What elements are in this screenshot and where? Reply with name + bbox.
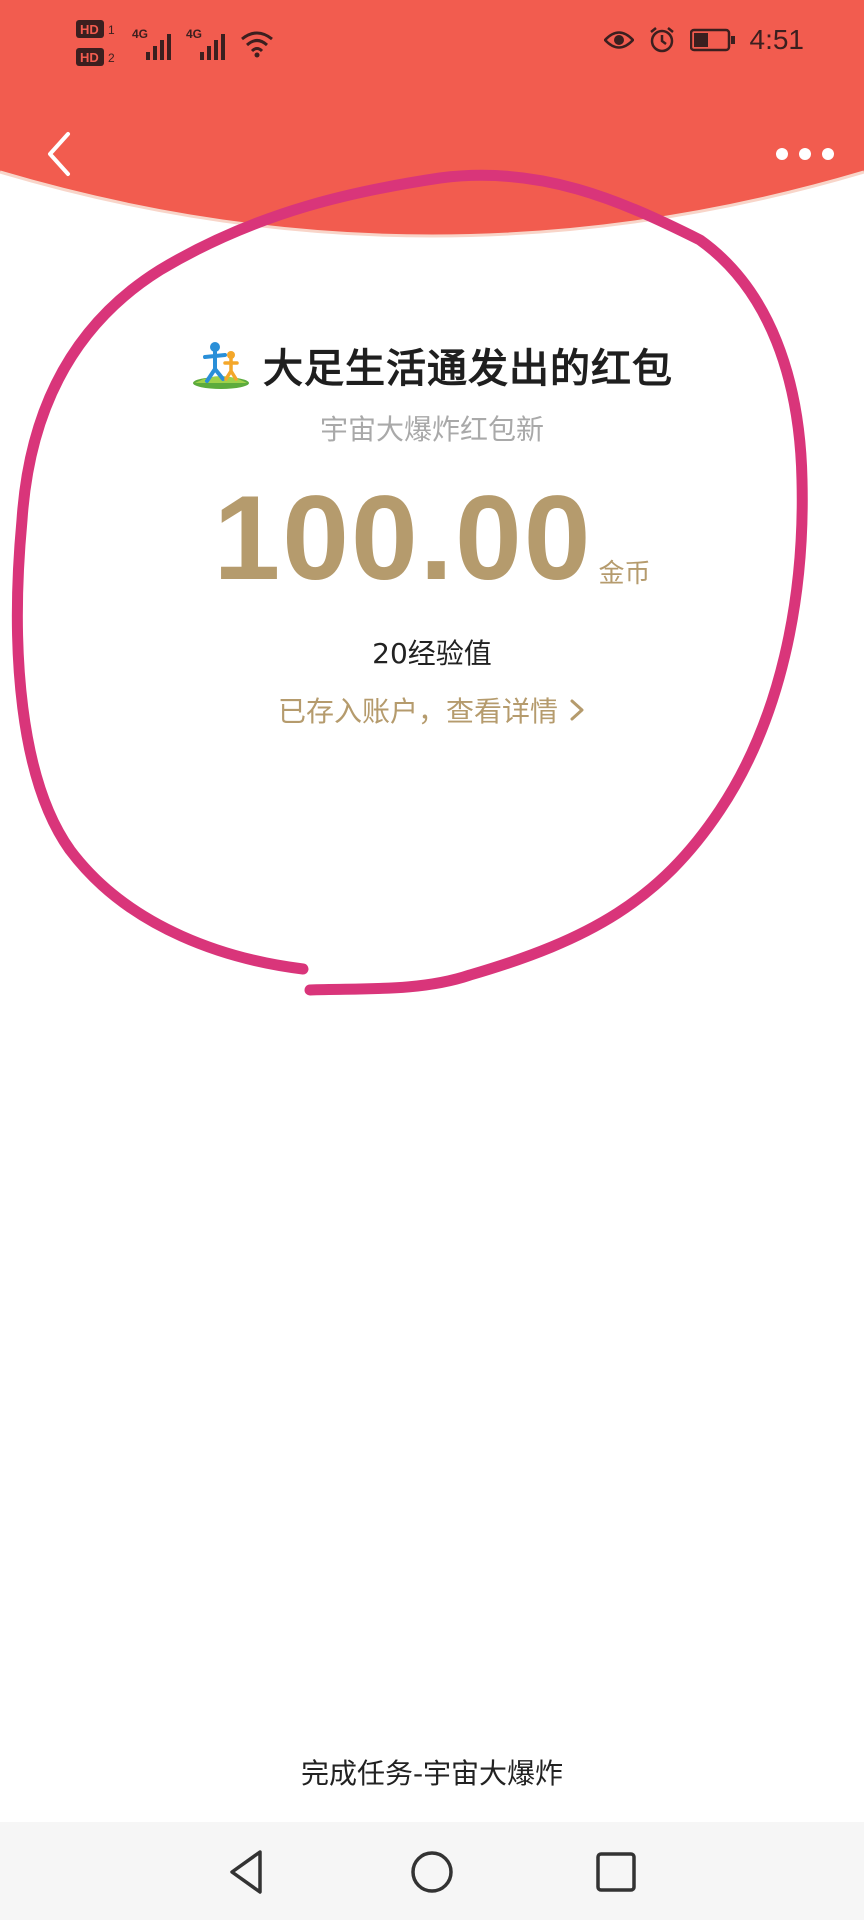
experience-text: 20经验值 bbox=[372, 637, 492, 670]
app-logo-icon bbox=[193, 342, 249, 389]
battery-icon bbox=[689, 28, 735, 52]
triangle-back-icon[interactable] bbox=[222, 1846, 274, 1898]
svg-text:4G: 4G bbox=[186, 27, 202, 41]
status-bar: HD 1 HD 2 4G 4G 4:51 bbox=[0, 0, 864, 84]
hd-icon: HD 1 HD 2 bbox=[76, 20, 115, 66]
eye-icon bbox=[603, 31, 634, 49]
svg-text:4G: 4G bbox=[132, 27, 148, 41]
amount-value: 100.00 bbox=[213, 471, 593, 605]
pink-circle-annotation bbox=[11, 169, 808, 996]
square-recent-icon[interactable] bbox=[590, 1846, 642, 1898]
more-dots-icon[interactable] bbox=[772, 136, 838, 172]
chevron-left-icon[interactable] bbox=[38, 124, 88, 184]
svg-text:HD: HD bbox=[80, 22, 99, 37]
circle-home-icon[interactable] bbox=[406, 1846, 458, 1898]
chevron-right-icon bbox=[570, 699, 584, 721]
svg-text:1: 1 bbox=[108, 23, 115, 37]
signal-icon: 4G bbox=[186, 27, 225, 60]
view-details-label: 已存入账户，查看详情 bbox=[277, 695, 558, 728]
svg-text:HD: HD bbox=[80, 50, 99, 65]
sender-row: 大足生活通发出的红包 bbox=[0, 336, 864, 394]
svg-text:2: 2 bbox=[108, 51, 115, 65]
sender-name: 大足生活通发出的红包 bbox=[263, 346, 673, 392]
amount-unit: 金币 bbox=[598, 559, 651, 589]
signal-icon: 4G bbox=[132, 27, 171, 60]
status-time: 4:51 bbox=[749, 24, 805, 55]
alarm-icon bbox=[649, 27, 674, 53]
wifi-icon bbox=[241, 31, 273, 58]
system-nav-bar bbox=[0, 1822, 864, 1920]
amount-row: 100.00 金币 bbox=[0, 478, 864, 598]
task-footer-text: 完成任务-宇宙大爆炸 bbox=[300, 1757, 564, 1790]
greeting-text: 宇宙大爆炸红包新 bbox=[319, 413, 544, 446]
view-details-link[interactable]: 已存入账户，查看详情 bbox=[0, 690, 864, 730]
